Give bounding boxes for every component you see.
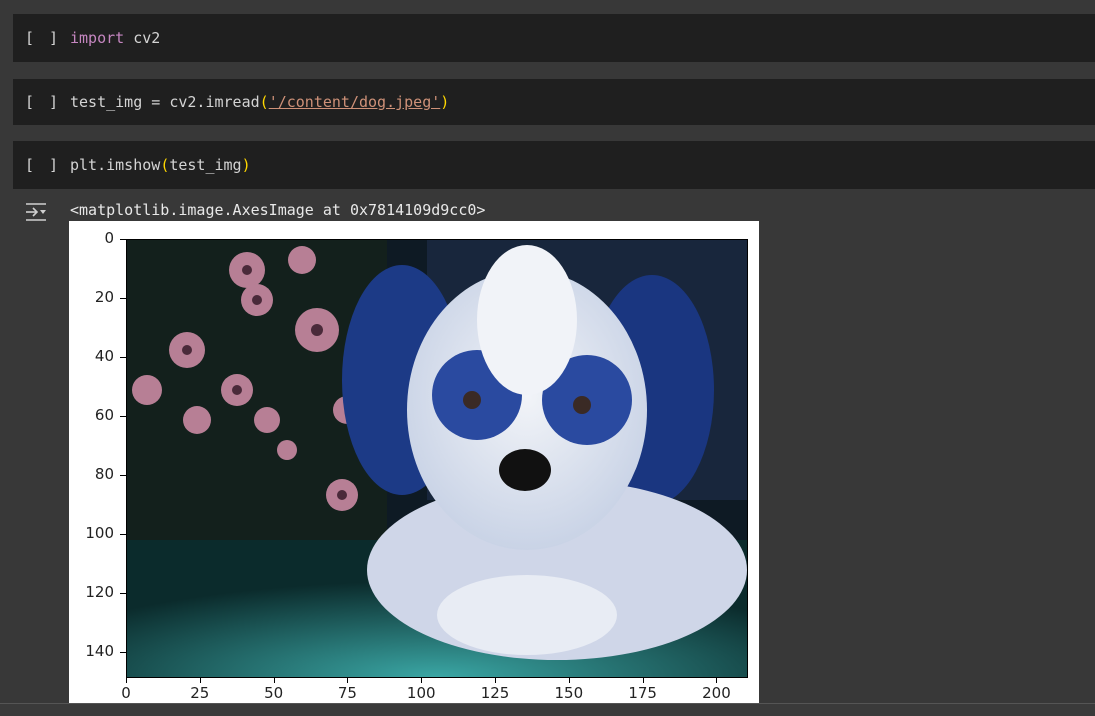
x-tick-label: 25 (190, 684, 210, 702)
bottom-scrollbar[interactable] (0, 703, 1095, 716)
x-tick-label: 125 (480, 684, 510, 702)
y-tick-label: 60 (94, 406, 114, 425)
code-token: plt.imshow (70, 156, 161, 174)
x-tick-mark (126, 677, 127, 683)
y-tick-mark (120, 416, 126, 418)
code-token: ( (160, 156, 170, 174)
code-line[interactable]: import cv2 (70, 29, 160, 47)
code-token: test_img (169, 156, 242, 174)
code-line[interactable]: plt.imshow(test_img) (70, 156, 251, 174)
x-tick-mark (421, 677, 423, 683)
run-cell-button[interactable]: [ ] (25, 156, 61, 174)
x-tick-label: 200 (702, 684, 731, 702)
code-cell-1[interactable]: [ ] import cv2 (13, 14, 1095, 62)
x-tick-mark (273, 677, 275, 683)
y-tick-label: 80 (94, 465, 114, 484)
code-line[interactable]: test_img = cv2.imread('/content/dog.jpeg… (70, 93, 449, 111)
plot-figure: 0 20 40 60 80 100 120 140 0 25 50 75 100 125 150 175 200 (69, 221, 759, 703)
x-tick-label: 75 (337, 684, 357, 702)
code-cell-3[interactable]: [ ] plt.imshow(test_img) (13, 141, 1095, 189)
code-token: cv2 (124, 29, 161, 47)
x-tick-label: 100 (406, 684, 436, 702)
y-tick-label: 140 (85, 642, 114, 661)
x-tick-label: 150 (554, 684, 584, 702)
code-token: ) (440, 93, 450, 111)
y-tick-mark (120, 357, 126, 359)
y-tick-label: 0 (104, 229, 114, 247)
code-token: '/content/dog.jpeg' (268, 93, 441, 111)
x-tick-mark (347, 677, 349, 683)
y-tick-label: 100 (85, 524, 114, 543)
y-tick-mark (120, 534, 126, 536)
y-tick-label: 120 (85, 583, 114, 602)
code-token: import (70, 29, 125, 47)
x-tick-mark (642, 677, 644, 683)
y-tick-mark (120, 652, 126, 654)
y-tick-mark (120, 239, 126, 240)
x-tick-label: 50 (264, 684, 284, 702)
output-toggle-icon[interactable] (24, 201, 48, 223)
dog-photo-image (126, 239, 748, 678)
run-cell-button[interactable]: [ ] (25, 29, 61, 47)
x-tick-mark (199, 677, 201, 683)
code-token: ( (259, 93, 269, 111)
run-cell-button[interactable]: [ ] (25, 93, 61, 111)
y-tick-mark (120, 298, 126, 300)
code-token: ) (241, 156, 251, 174)
code-token: test_img = cv2.imread (70, 93, 260, 111)
x-tick-mark (716, 677, 718, 683)
x-tick-mark (495, 677, 497, 683)
y-tick-label: 20 (94, 288, 114, 307)
code-cell-2[interactable]: [ ] test_img = cv2.imread('/content/dog.… (13, 79, 1095, 125)
x-tick-label: 175 (628, 684, 657, 702)
y-tick-mark (120, 593, 126, 595)
output-text: <matplotlib.image.AxesImage at 0x7814109… (70, 201, 486, 219)
x-tick-label: 0 (121, 684, 131, 702)
y-tick-mark (120, 475, 126, 477)
y-tick-label: 40 (94, 347, 114, 366)
x-tick-mark (568, 677, 570, 683)
